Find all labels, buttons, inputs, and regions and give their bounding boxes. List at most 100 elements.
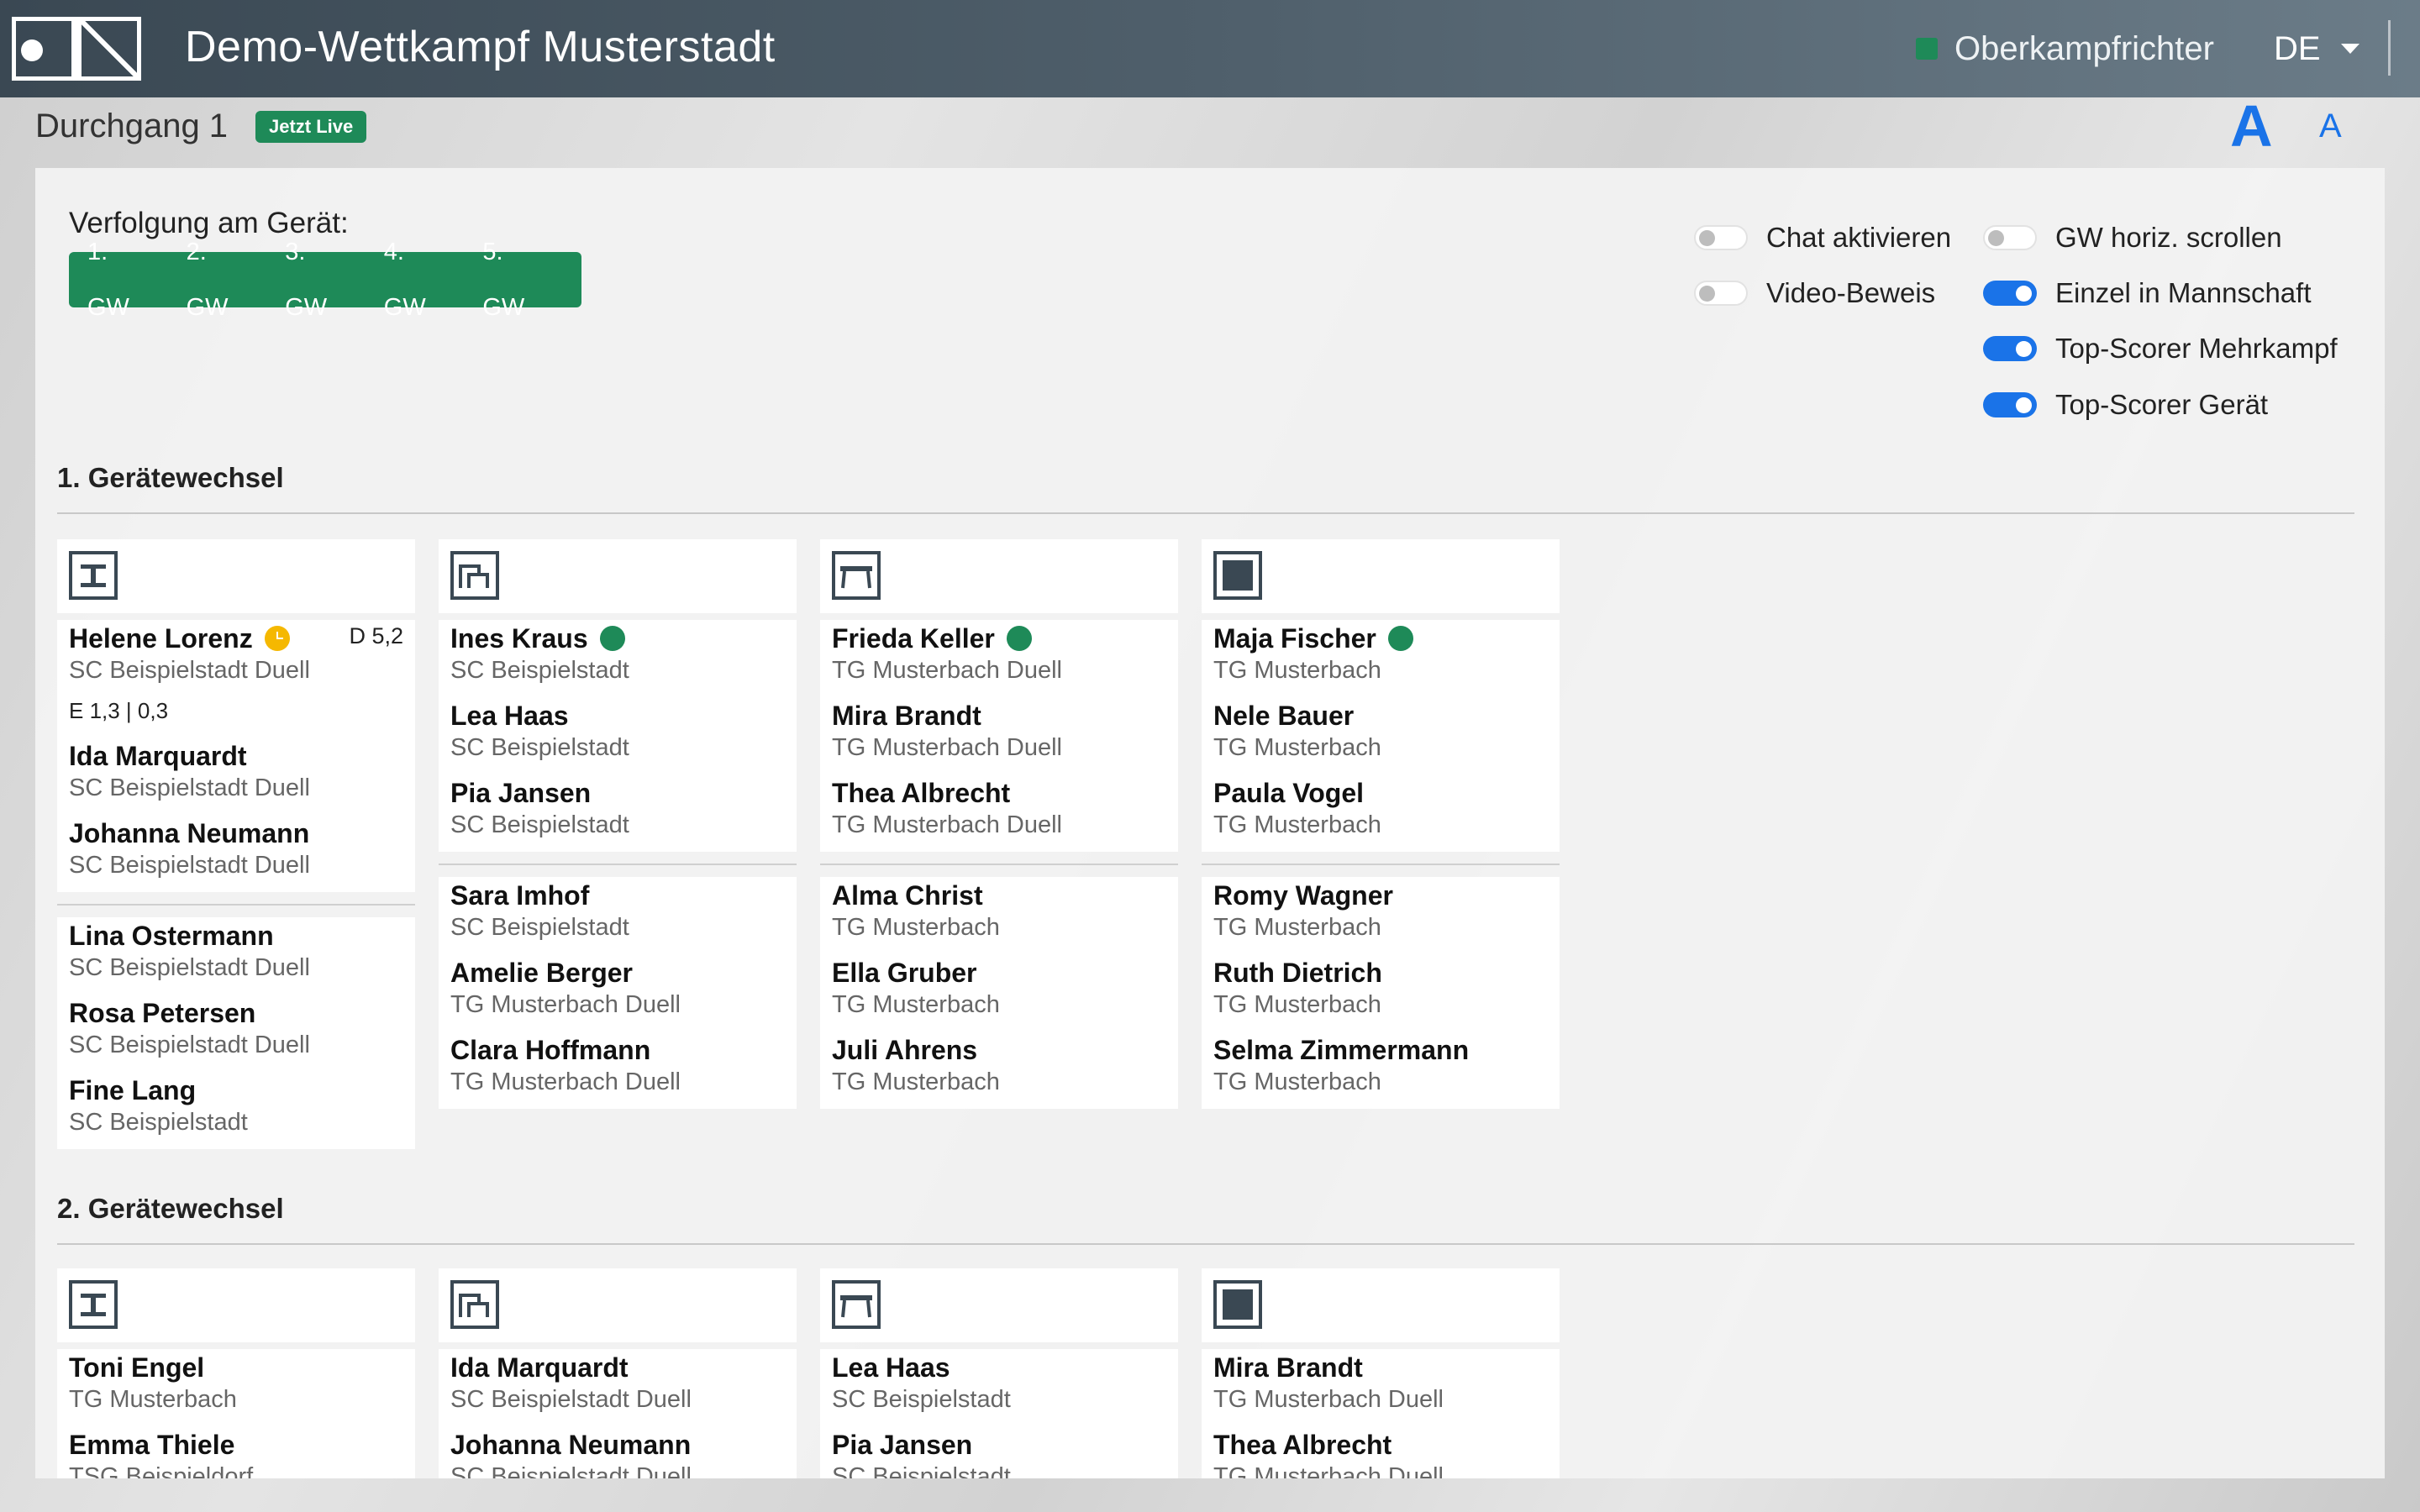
- athlete-item[interactable]: Selma Zimmermann TG Musterbach: [1213, 1033, 1548, 1097]
- athlete-group: Helene Lorenz D 5,2 SC Beispielstadt Due…: [57, 620, 415, 892]
- athlete-item[interactable]: Alma Christ TG Musterbach: [832, 879, 1166, 942]
- athlete-item[interactable]: Fine Lang SC Beispielstadt: [69, 1074, 403, 1137]
- athlete-item[interactable]: Ida Marquardt SC Beispielstadt Duell: [450, 1351, 785, 1415]
- athlete-name: Thea Albrecht: [1213, 1430, 1392, 1460]
- athlete-name: Johanna Neumann: [450, 1430, 692, 1460]
- athlete-club: TG Musterbach Duell: [450, 991, 681, 1018]
- athlete-club: SC Beispielstadt: [69, 1109, 248, 1136]
- athlete-name: Mira Brandt: [1213, 1352, 1363, 1383]
- athlete-club: SC Beispielstadt: [450, 811, 629, 838]
- athlete-group: Mira Brandt TG Musterbach Duell Thea Alb…: [1202, 1349, 1560, 1478]
- athlete-club: TG Musterbach: [1213, 991, 1381, 1018]
- athlete-item[interactable]: Mira Brandt TG Musterbach Duell: [832, 699, 1166, 763]
- athlete-group: Ines Kraus SC Beispielstadt Lea Haas SC …: [439, 620, 797, 852]
- athlete-item[interactable]: Ida Marquardt SC Beispielstadt Duell: [69, 739, 403, 803]
- athlete-item[interactable]: Thea Albrecht TG Musterbach Duell: [1213, 1428, 1548, 1478]
- athlete-item[interactable]: Ines Kraus SC Beispielstadt: [450, 622, 785, 685]
- athlete-item[interactable]: Ruth Dietrich TG Musterbach: [1213, 956, 1548, 1020]
- follow-gw-5-button[interactable]: 5. GW: [482, 224, 546, 335]
- athlete-item[interactable]: Toni Engel TG Musterbach: [69, 1351, 403, 1415]
- follow-gw-2-button[interactable]: 2. GW: [187, 224, 250, 335]
- athlete-name: Frieda Keller: [832, 623, 995, 654]
- athlete-name-row: Maja Fischer: [1213, 622, 1548, 655]
- athlete-item[interactable]: Lea Haas SC Beispielstadt: [450, 699, 785, 763]
- athlete-club: SC Beispielstadt Duell: [69, 774, 310, 801]
- athlete-item[interactable]: Thea Albrecht TG Musterbach Duell: [832, 776, 1166, 840]
- athlete-name: Pia Jansen: [832, 1430, 973, 1460]
- athlete-item[interactable]: Pia Jansen SC Beispielstadt: [832, 1428, 1166, 1478]
- athlete-group: Sara Imhof SC Beispielstadt Amelie Berge…: [439, 877, 797, 1109]
- einzel-toggle-row: Einzel in Mannschaft: [1983, 277, 2312, 309]
- active-status-icon: [1387, 626, 1413, 651]
- chat-toggle[interactable]: [1694, 225, 1748, 250]
- athlete-club: TG Musterbach: [1213, 734, 1381, 761]
- topscorer-mk-toggle-row: Top-Scorer Mehrkampf: [1983, 333, 2338, 365]
- video-toggle-label: Video-Beweis: [1766, 277, 1936, 308]
- gw-scroll-toggle-label: GW horiz. scrollen: [2055, 222, 2282, 253]
- follow-gw-1-button[interactable]: 1. GW: [87, 224, 151, 335]
- athlete-club: TG Musterbach Duell: [832, 734, 1062, 761]
- horizontal-bar-icon: [69, 1280, 118, 1329]
- follow-gw-3-button[interactable]: 3. GW: [285, 224, 349, 335]
- athlete-item[interactable]: Maja Fischer TG Musterbach: [1213, 622, 1548, 685]
- athlete-item[interactable]: Lea Haas SC Beispielstadt: [832, 1351, 1166, 1415]
- athlete-d-score: D 5,2: [349, 623, 403, 648]
- section-divider: [57, 1243, 2354, 1245]
- gw-scroll-toggle[interactable]: [1983, 225, 2037, 250]
- athlete-club: SC Beispielstadt: [832, 1386, 1011, 1413]
- athlete-club: TG Musterbach Duell: [832, 811, 1062, 838]
- athlete-item[interactable]: Mira Brandt TG Musterbach Duell: [1213, 1351, 1548, 1415]
- athlete-item[interactable]: Ella Gruber TG Musterbach: [832, 956, 1166, 1020]
- font-size-increase-button[interactable]: A: [2230, 94, 2273, 158]
- topscorer-geraet-toggle-row: Top-Scorer Gerät: [1983, 389, 2268, 421]
- athlete-club: TG Musterbach: [1213, 811, 1381, 838]
- athlete-club: SC Beispielstadt: [450, 914, 629, 941]
- horizontal-bar-icon: [69, 551, 118, 600]
- chevron-down-icon: [2340, 44, 2360, 54]
- athlete-item[interactable]: Nele Bauer TG Musterbach: [1213, 699, 1548, 763]
- athlete-item[interactable]: Amelie Berger TG Musterbach Duell: [450, 956, 785, 1020]
- athlete-club: SC Beispielstadt: [450, 734, 629, 761]
- topscorer-mk-toggle[interactable]: [1983, 336, 2037, 361]
- athlete-item[interactable]: Johanna Neumann SC Beispielstadt Duell: [69, 816, 403, 880]
- apparatus-header: [439, 1268, 797, 1342]
- athlete-club: TG Musterbach: [69, 1386, 237, 1413]
- follow-gw-4-button[interactable]: 4. GW: [384, 224, 448, 335]
- font-size-decrease-button[interactable]: A: [2319, 106, 2342, 146]
- apparatus-header: [439, 539, 797, 613]
- app-logo-icon[interactable]: [12, 17, 141, 81]
- athlete-item[interactable]: Paula Vogel TG Musterbach: [1213, 776, 1548, 840]
- athlete-club: SC Beispielstadt: [450, 657, 629, 684]
- athlete-item[interactable]: Frieda Keller TG Musterbach Duell: [832, 622, 1166, 685]
- athlete-item[interactable]: Johanna Neumann SC Beispielstadt Duell: [450, 1428, 785, 1478]
- gw-scroll-toggle-row: GW horiz. scrollen: [1983, 222, 2282, 254]
- video-toggle[interactable]: [1694, 281, 1748, 306]
- beam-icon: [832, 1280, 881, 1329]
- athlete-e-score: E 1,3 | 0,3: [69, 698, 169, 723]
- topscorer-geraet-toggle[interactable]: [1983, 392, 2037, 417]
- apparatus-column: Lea Haas SC Beispielstadt Pia Jansen SC …: [820, 1268, 1178, 1478]
- athlete-item[interactable]: Helene Lorenz D 5,2 SC Beispielstadt Due…: [69, 622, 403, 726]
- athlete-item[interactable]: Emma Thiele TSG Beispieldorf: [69, 1428, 403, 1478]
- top-bar: Demo-Wettkampf Musterstadt Oberkampfrich…: [0, 0, 2420, 97]
- apparatus-column: Ida Marquardt SC Beispielstadt Duell Joh…: [439, 1268, 797, 1478]
- athlete-name: Fine Lang: [69, 1075, 197, 1105]
- einzel-toggle[interactable]: [1983, 281, 2037, 306]
- language-select[interactable]: DE: [2274, 25, 2360, 72]
- athlete-item[interactable]: Romy Wagner TG Musterbach: [1213, 879, 1548, 942]
- athlete-club: TG Musterbach: [832, 1068, 1000, 1095]
- athlete-item[interactable]: Clara Hoffmann TG Musterbach Duell: [450, 1033, 785, 1097]
- athlete-club: TSG Beispieldorf: [69, 1463, 254, 1478]
- header-divider: [2388, 20, 2391, 76]
- athlete-name: Clara Hoffmann: [450, 1035, 651, 1065]
- athlete-item[interactable]: Juli Ahrens TG Musterbach: [832, 1033, 1166, 1097]
- athlete-club: TG Musterbach Duell: [832, 657, 1062, 684]
- athlete-name: Ruth Dietrich: [1213, 958, 1382, 988]
- athlete-item[interactable]: Sara Imhof SC Beispielstadt: [450, 879, 785, 942]
- role-label: Oberkampfrichter: [1954, 29, 2214, 67]
- language-label: DE: [2274, 29, 2321, 67]
- athlete-item[interactable]: Lina Ostermann SC Beispielstadt Duell: [69, 919, 403, 983]
- athlete-item[interactable]: Rosa Petersen SC Beispielstadt Duell: [69, 996, 403, 1060]
- athlete-item[interactable]: Pia Jansen SC Beispielstadt: [450, 776, 785, 840]
- role-indicator[interactable]: Oberkampfrichter: [1916, 25, 2214, 72]
